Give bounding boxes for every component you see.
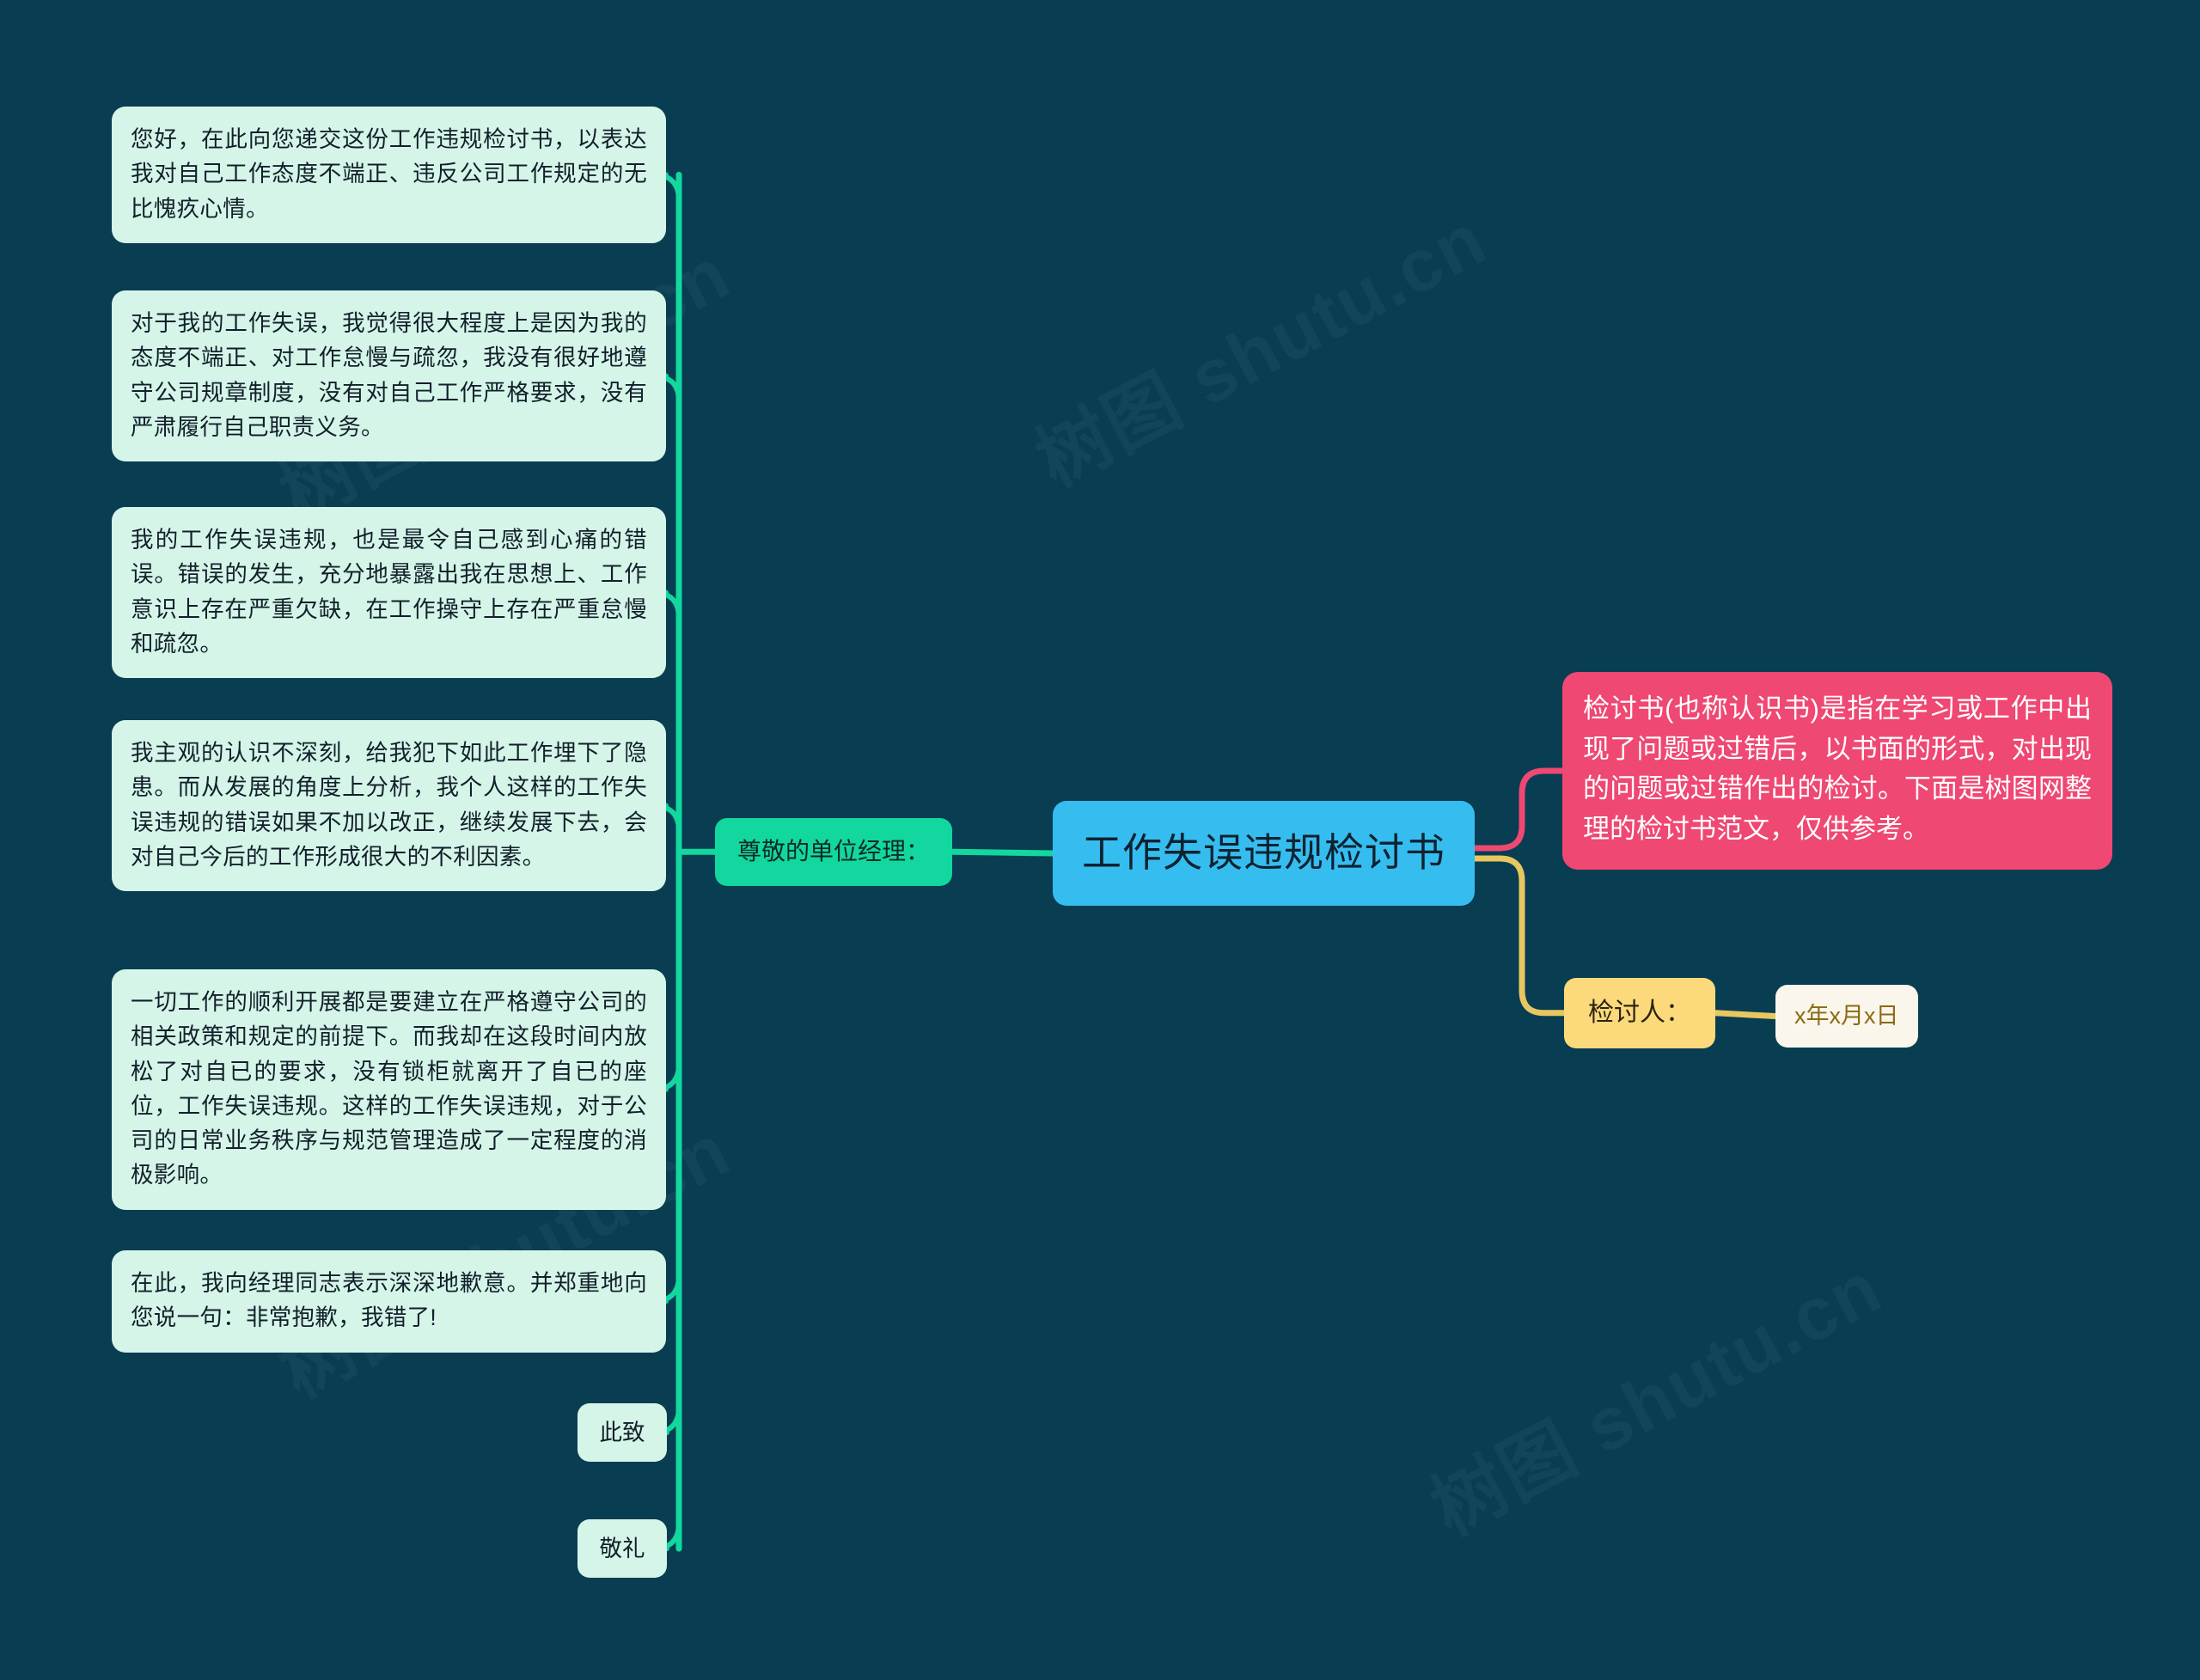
- list-item[interactable]: 此致: [578, 1403, 667, 1463]
- branch-node-salutation[interactable]: 尊敬的单位经理：: [715, 818, 953, 886]
- mindmap-canvas: 树图 shutu.cn 树图 shutu.cn 树图 shutu.cn 树图 s…: [0, 0, 2200, 1680]
- list-item[interactable]: 一切工作的顺利开展都是要建立在严格遵守公司的相关政策和规定的前提下。而我却在这段…: [112, 969, 666, 1210]
- list-item[interactable]: 敬礼: [578, 1519, 667, 1579]
- list-item[interactable]: 在此，我向经理同志表示深深地歉意。并郑重地向您说一句：非常抱歉，我错了!: [112, 1250, 666, 1353]
- watermark: 树图 shutu.cn: [1014, 180, 1501, 507]
- branch-node-signature[interactable]: 检讨人：: [1564, 978, 1715, 1048]
- list-item[interactable]: 我主观的认识不深刻，给我犯下如此工作埋下了隐患。而从发展的角度上分析，我个人这样…: [112, 720, 666, 892]
- list-item[interactable]: 您好，在此向您递交这份工作违规检讨书，以表达我对自己工作态度不端正、违反公司工作…: [112, 107, 666, 243]
- list-item[interactable]: 我的工作失误违规，也是最令自己感到心痛的错误。错误的发生，充分地暴露出我在思想上…: [112, 507, 666, 679]
- branch-node-description[interactable]: 检讨书(也称认识书)是指在学习或工作中出现了问题或过错后，以书面的形式，对出现的…: [1562, 672, 2112, 870]
- watermark: 树图 shutu.cn: [1409, 1228, 1897, 1555]
- list-item[interactable]: 对于我的工作失误，我觉得很大程度上是因为我的态度不端正、对工作怠慢与疏忽，我没有…: [112, 290, 666, 462]
- date-node[interactable]: x年x月x日: [1775, 985, 1918, 1048]
- root-node[interactable]: 工作失误违规检讨书: [1053, 801, 1475, 906]
